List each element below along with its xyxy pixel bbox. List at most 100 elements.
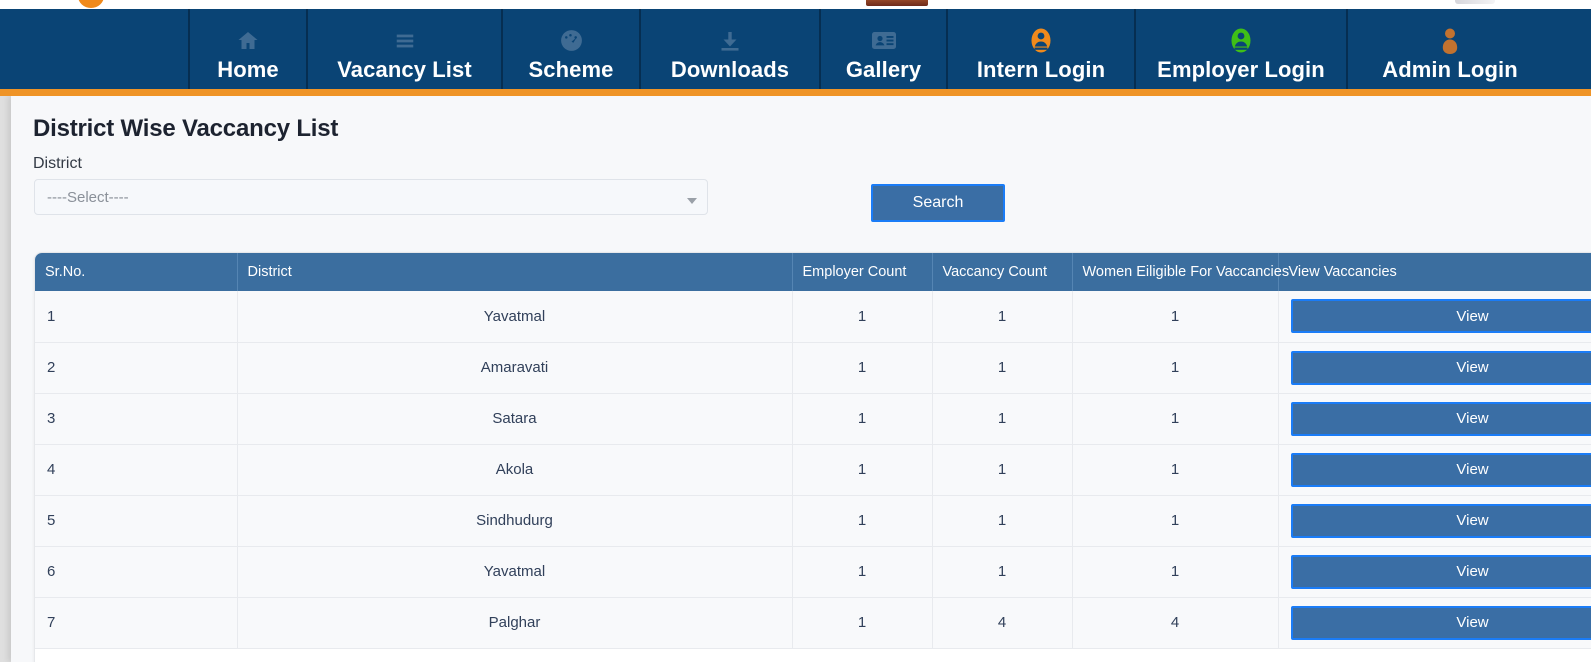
nav-label-gallery: Gallery xyxy=(845,56,922,82)
cell-district: Satara xyxy=(237,393,793,445)
district-field-label: District xyxy=(33,155,82,172)
nav-item-vacancy-list[interactable]: Vacancy List xyxy=(308,9,503,89)
column-header-women-eligible: Women Eiligible For Vaccancies xyxy=(1072,253,1289,291)
view-button[interactable]: View xyxy=(1290,503,1591,538)
column-header-district: District xyxy=(237,253,793,291)
cell-district: Yavatmal xyxy=(237,291,793,343)
cell-view-action: View xyxy=(1278,444,1591,496)
content-panel: District Wise Vaccancy List District ---… xyxy=(11,96,1591,662)
nav-label-downloads: Downloads xyxy=(670,56,790,82)
nav-label-scheme: Scheme xyxy=(528,56,614,82)
cell-view-action: View xyxy=(1278,597,1591,649)
cell-employer-count: 1 xyxy=(792,393,933,445)
view-button[interactable]: View xyxy=(1290,605,1591,640)
column-header-vaccancy-count: Vaccancy Count xyxy=(932,253,1073,291)
user-person-icon xyxy=(1438,26,1462,56)
cell-women-eligible: 1 xyxy=(1072,393,1279,445)
district-select-value: ----Select---- xyxy=(47,188,129,206)
column-header-sr-no: Sr.No. xyxy=(35,253,238,291)
vacancy-table: Sr.No. District Employer Count Vaccancy … xyxy=(35,253,1591,649)
page-body: District Wise Vaccancy List District ---… xyxy=(0,96,1591,662)
cell-women-eligible: 1 xyxy=(1072,444,1279,496)
cell-vaccancy-count: 1 xyxy=(932,393,1073,445)
cell-view-action: View xyxy=(1278,546,1591,598)
chevron-down-icon xyxy=(687,198,697,204)
cell-view-action: View xyxy=(1278,393,1591,445)
emblem-right-icon xyxy=(1455,0,1495,4)
emblem-center-icon xyxy=(866,0,928,6)
cell-vaccancy-count: 1 xyxy=(932,342,1073,394)
cell-district: Akola xyxy=(237,444,793,496)
cell-sr-no: 6 xyxy=(35,546,238,598)
cell-women-eligible: 1 xyxy=(1072,495,1279,547)
nav-label-intern-login: Intern Login xyxy=(976,56,1106,82)
nav-label-vacancy-list: Vacancy List xyxy=(337,56,472,82)
cell-vaccancy-count: 1 xyxy=(932,444,1073,496)
page-title: District Wise Vaccancy List xyxy=(33,115,339,142)
view-button[interactable]: View xyxy=(1290,299,1591,334)
search-button[interactable]: Search xyxy=(871,184,1005,222)
navbar-logo-spacer xyxy=(0,9,190,89)
vacancy-table-card: Sr.No. District Employer Count Vaccancy … xyxy=(34,252,1591,662)
district-select[interactable]: ----Select---- xyxy=(34,179,708,215)
nav-label-home: Home xyxy=(217,56,279,82)
column-header-view-vaccancies: View Vaccancies xyxy=(1278,253,1591,291)
download-icon xyxy=(718,26,742,56)
cell-employer-count: 1 xyxy=(792,444,933,496)
cell-women-eligible: 1 xyxy=(1072,342,1279,394)
cell-sr-no: 3 xyxy=(35,393,238,445)
cell-women-eligible: 1 xyxy=(1072,546,1279,598)
table-row: 3 Satara 1 1 1 View xyxy=(35,393,1591,445)
table-row: 2 Amaravati 1 1 1 View xyxy=(35,342,1591,394)
cell-district: Yavatmal xyxy=(237,546,793,598)
cell-sr-no: 4 xyxy=(35,444,238,496)
user-orange-icon xyxy=(1029,26,1053,56)
cell-view-action: View xyxy=(1278,495,1591,547)
table-row: 4 Akola 1 1 1 View xyxy=(35,444,1591,496)
cell-sr-no: 7 xyxy=(35,597,238,649)
nav-item-home[interactable]: Home xyxy=(190,9,308,89)
view-button[interactable]: View xyxy=(1290,452,1591,487)
clipped-logo-band xyxy=(0,0,1591,9)
table-row: 1 Yavatmal 1 1 1 View xyxy=(35,291,1591,343)
cell-sr-no: 2 xyxy=(35,342,238,394)
nav-label-employer-login: Employer Login xyxy=(1157,56,1325,82)
table-row: 5 Sindhudurg 1 1 1 View xyxy=(35,495,1591,547)
nav-label-admin-login: Admin Login xyxy=(1382,56,1518,82)
cell-district: Sindhudurg xyxy=(237,495,793,547)
cell-vaccancy-count: 1 xyxy=(932,546,1073,598)
cell-sr-no: 1 xyxy=(35,291,238,343)
view-button[interactable]: View xyxy=(1290,350,1591,385)
nav-item-scheme[interactable]: Scheme xyxy=(503,9,641,89)
emblem-left-icon xyxy=(78,0,104,8)
nav-item-employer-login[interactable]: Employer Login xyxy=(1136,9,1348,89)
cell-employer-count: 1 xyxy=(792,495,933,547)
dashboard-gauge-icon xyxy=(559,26,584,56)
view-button[interactable]: View xyxy=(1290,401,1591,436)
cell-view-action: View xyxy=(1278,291,1591,343)
column-header-employer-count: Employer Count xyxy=(792,253,933,291)
cell-district: Palghar xyxy=(237,597,793,649)
navbar-accent-divider xyxy=(0,89,1591,96)
table-body: 1 Yavatmal 1 1 1 View 2 Amaravati 1 1 1 View 3 Satara… xyxy=(35,291,1591,649)
cell-vaccancy-count: 1 xyxy=(932,291,1073,343)
view-button[interactable]: View xyxy=(1290,554,1591,589)
nav-item-downloads[interactable]: Downloads xyxy=(641,9,821,89)
nav-item-admin-login[interactable]: Admin Login xyxy=(1348,9,1552,89)
table-header-row: Sr.No. District Employer Count Vaccancy … xyxy=(35,253,1591,291)
table-row: 6 Yavatmal 1 1 1 View xyxy=(35,546,1591,598)
cell-vaccancy-count: 4 xyxy=(932,597,1073,649)
id-card-icon xyxy=(871,26,897,56)
cell-employer-count: 1 xyxy=(792,597,933,649)
cell-vaccancy-count: 1 xyxy=(932,495,1073,547)
cell-employer-count: 1 xyxy=(792,546,933,598)
nav-item-intern-login[interactable]: Intern Login xyxy=(948,9,1136,89)
cell-view-action: View xyxy=(1278,342,1591,394)
nav-item-gallery[interactable]: Gallery xyxy=(821,9,948,89)
cell-sr-no: 5 xyxy=(35,495,238,547)
main-navigation: Home Vacancy List Scheme Downloads Galle… xyxy=(0,9,1591,89)
cell-women-eligible: 1 xyxy=(1072,291,1279,343)
cell-district: Amaravati xyxy=(237,342,793,394)
user-green-icon xyxy=(1229,26,1253,56)
cell-employer-count: 1 xyxy=(792,291,933,343)
